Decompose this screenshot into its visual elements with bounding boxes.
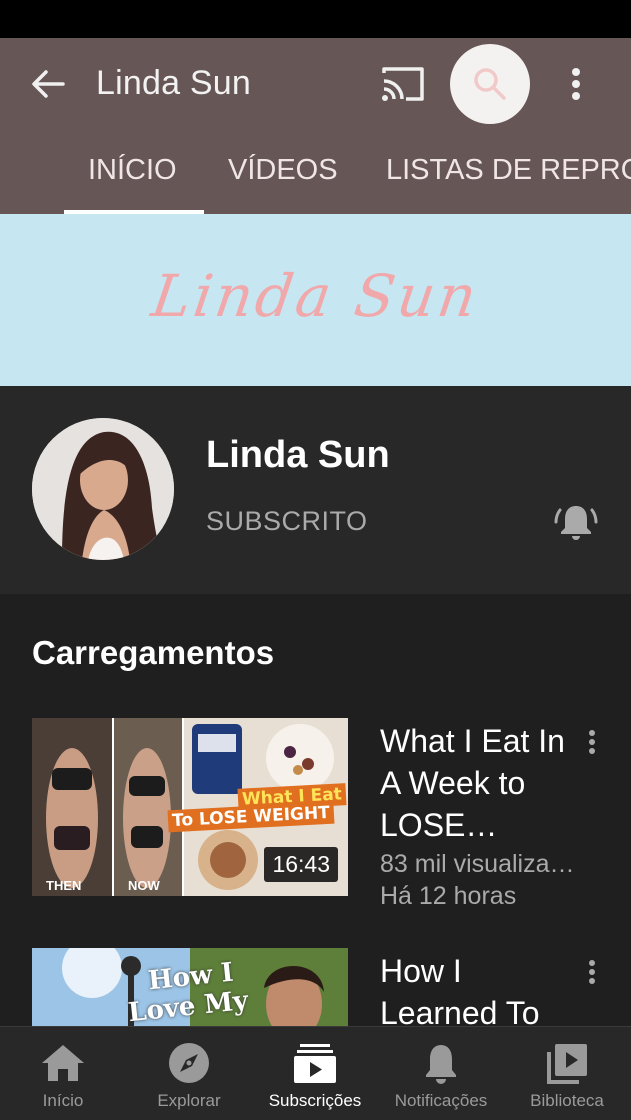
subscriptions-icon — [294, 1044, 336, 1083]
arrow-back-icon — [32, 70, 65, 98]
tab-videos[interactable]: VÍDEOS — [228, 154, 338, 187]
nav-explore[interactable]: Explorar — [126, 1027, 252, 1120]
more-vert-icon — [589, 960, 595, 984]
uploads-section-title: Carregamentos — [32, 634, 275, 671]
channel-tabs: INÍCIO VÍDEOS LISTAS DE REPRODUÇÃO — [0, 146, 631, 214]
cast-button[interactable] — [378, 62, 428, 106]
channel-title: Linda Sun — [96, 64, 251, 102]
thumbnail-caption: THEN — [46, 878, 82, 893]
nav-label: Biblioteca — [530, 1091, 604, 1110]
back-button[interactable] — [26, 62, 70, 106]
subscribed-status-button[interactable]: SUBSCRITO — [206, 506, 368, 537]
more-vert-icon — [589, 730, 595, 754]
nav-library[interactable]: Biblioteca — [504, 1027, 630, 1120]
nav-label: Explorar — [157, 1091, 221, 1110]
notification-bell-button[interactable] — [552, 500, 600, 544]
search-icon — [474, 68, 506, 100]
channel-header: Linda Sun SUBSCRITO — [0, 386, 631, 594]
tab-playlists[interactable]: LISTAS DE REPRODUÇÃO — [386, 154, 631, 187]
avatar-portrait-image — [32, 418, 174, 560]
channel-avatar[interactable] — [32, 418, 174, 560]
bell-ringing-icon — [554, 506, 598, 540]
video-more-button[interactable] — [578, 724, 606, 760]
banner-logo-text: Linda Sun — [147, 262, 484, 330]
nav-label: Notificações — [394, 1091, 488, 1110]
cast-icon — [382, 67, 424, 101]
nav-notifications[interactable]: Notificações — [378, 1027, 504, 1120]
video-upload-age: Há 12 horas — [380, 882, 517, 910]
channel-name: Linda Sun — [206, 434, 390, 476]
tab-home[interactable]: INÍCIO — [88, 154, 177, 187]
video-more-button[interactable] — [578, 954, 606, 990]
channel-banner: Linda Sun — [0, 214, 631, 386]
video-view-count: 83 mil visualiza… — [380, 850, 575, 878]
thumbnail-caption: NOW — [128, 878, 160, 893]
nav-label: Subscrições — [268, 1091, 362, 1110]
status-bar — [0, 0, 631, 38]
more-options-button[interactable] — [556, 62, 596, 106]
bell-icon — [426, 1045, 456, 1084]
explore-compass-icon — [169, 1043, 209, 1083]
video-item[interactable]: What I Eat To LOSE WEIGHT THEN NOW 16:43… — [0, 718, 631, 918]
search-button[interactable] — [450, 44, 530, 124]
app-bar: Linda Sun INÍCIO VÍDEOS LISTAS DE REPROD… — [0, 38, 631, 214]
library-icon — [547, 1044, 587, 1084]
nav-label: Início — [42, 1091, 84, 1110]
bottom-navigation: Início Explorar Subscrições Notificações… — [0, 1026, 631, 1120]
video-thumbnail[interactable]: How I Love My — [32, 948, 348, 1026]
video-duration-badge: 16:43 — [264, 847, 338, 882]
video-item[interactable]: How I Love My How I Learned To — [0, 948, 631, 1026]
nav-subscriptions[interactable]: Subscrições — [252, 1027, 378, 1120]
more-vert-icon — [572, 68, 580, 100]
video-thumbnail[interactable]: What I Eat To LOSE WEIGHT THEN NOW 16:43 — [32, 718, 348, 896]
nav-home[interactable]: Início — [0, 1027, 126, 1120]
video-title[interactable]: What I Eat In A Week to LOSE… — [380, 720, 580, 846]
home-icon — [42, 1045, 84, 1081]
video-title[interactable]: How I Learned To — [380, 950, 580, 1026]
